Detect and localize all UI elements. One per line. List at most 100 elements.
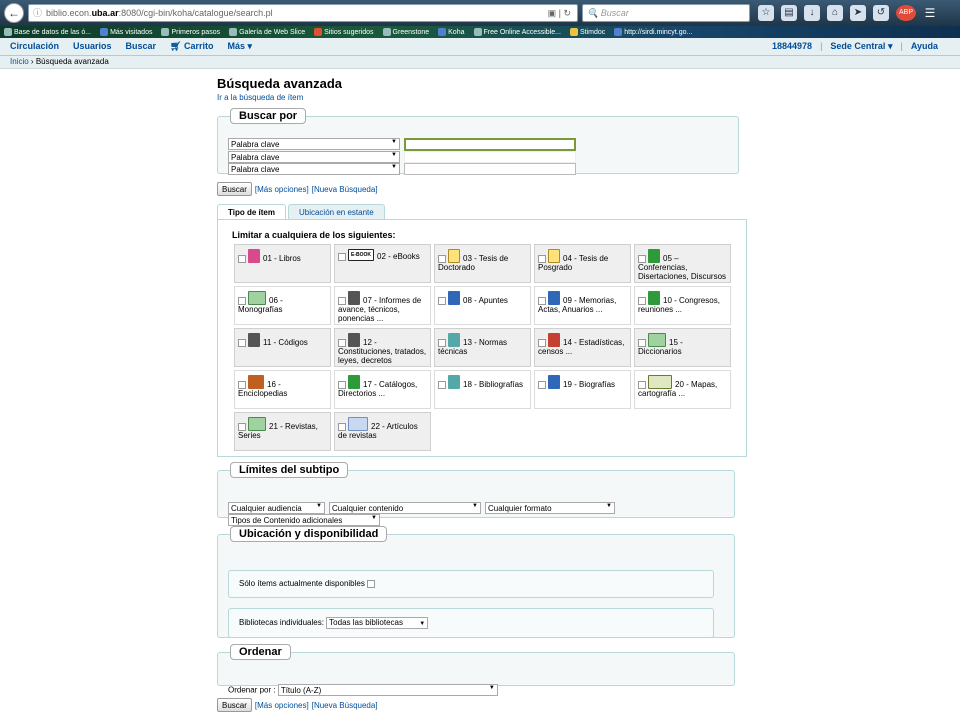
nav-circulation[interactable]: Circulación	[10, 41, 59, 52]
abp-icon[interactable]: ABP	[896, 5, 916, 21]
new-search-link-bottom[interactable]: [Nueva Búsqueda]	[312, 701, 378, 710]
subtype-legend: Límites del subtipo	[230, 462, 349, 478]
item-type-option[interactable]: 10 - Congresos, reuniones ...	[634, 286, 731, 325]
item-type-option[interactable]: 07 - Informes de avance, técnicos, ponen…	[334, 286, 431, 325]
bookmark-5[interactable]: Greenstone	[382, 28, 429, 36]
item-type-option[interactable]: 08 - Apuntes	[434, 286, 531, 325]
item-type-option[interactable]: 09 - Memorias, Actas, Anuarios ...	[534, 286, 631, 325]
item-type-checkbox[interactable]	[638, 338, 646, 347]
item-type-option[interactable]: 17 - Catálogos, Directorios ...	[334, 370, 431, 409]
sync-icon[interactable]: ↺	[873, 5, 889, 21]
item-type-option[interactable]: 18 - Bibliografías	[434, 370, 531, 409]
more-options-link-top[interactable]: [Más opciones]	[255, 185, 309, 194]
bookmark-8[interactable]: Stimdoc	[569, 28, 605, 36]
item-type-checkbox[interactable]	[438, 338, 446, 347]
bookmark-0[interactable]: Base de datos de las ó...	[4, 28, 91, 36]
send-icon[interactable]: ➤	[850, 5, 866, 21]
additional-content-select[interactable]: Tipos de Contenido adicionales	[228, 514, 380, 526]
bookmark-3[interactable]: Galería de Web Slice	[229, 28, 305, 36]
tab-item-type[interactable]: Tipo de ítem	[217, 204, 286, 220]
item-type-checkbox[interactable]	[538, 338, 546, 347]
star-icon[interactable]: ☆	[758, 5, 774, 21]
top-actions: Buscar [Más opciones] [Nueva Búsqueda]	[217, 182, 378, 196]
bookmark-9[interactable]: http://sirdi.mincyt.go...	[614, 28, 692, 36]
item-type-checkbox[interactable]	[438, 254, 446, 263]
search-button-bottom[interactable]: Buscar	[217, 698, 252, 712]
item-type-option[interactable]: E-BOOK 02 - eBooks	[334, 244, 431, 283]
item-type-checkbox[interactable]	[238, 296, 246, 305]
search-field-select-3[interactable]: Palabra clave	[228, 163, 400, 175]
item-type-option[interactable]: 03 - Tesis de Doctorado	[434, 244, 531, 283]
item-type-option[interactable]: 05 – Conferencias, Disertaciones, Discur…	[634, 244, 731, 283]
bookmark-4[interactable]: Sitios sugeridos	[314, 28, 374, 36]
search-term-input-3[interactable]	[404, 163, 576, 175]
item-type-option[interactable]: 20 - Mapas, cartografía ...	[634, 370, 731, 409]
new-search-link-top[interactable]: [Nueva Búsqueda]	[312, 185, 378, 194]
item-type-checkbox[interactable]	[238, 338, 246, 347]
item-type-option[interactable]: 16 - Enciclopedias	[234, 370, 331, 409]
item-type-option[interactable]: 14 - Estadísticas, censos ...	[534, 328, 631, 367]
reload-icon[interactable]: ▣ | ↻	[548, 5, 571, 21]
item-type-checkbox[interactable]	[538, 296, 546, 305]
item-type-checkbox[interactable]	[538, 380, 546, 389]
item-type-checkbox[interactable]	[238, 380, 246, 389]
user-id[interactable]: 18844978	[772, 41, 812, 52]
search-field-select-2[interactable]: Palabra clave	[228, 151, 400, 163]
search-field-select-1[interactable]: Palabra clave	[228, 138, 400, 150]
search-term-input-1[interactable]	[404, 138, 576, 151]
item-search-link[interactable]: Ir a la búsqueda de ítem	[217, 93, 739, 102]
help-link[interactable]: Ayuda	[911, 41, 938, 52]
item-type-checkbox[interactable]	[338, 338, 346, 347]
search-term-input-2[interactable]	[404, 151, 576, 163]
item-type-checkbox[interactable]	[338, 296, 346, 305]
branch-select[interactable]: Sede Central ▾	[830, 41, 892, 52]
sort-select[interactable]: Título (A-Z)	[277, 684, 498, 696]
audience-select[interactable]: Cualquier audiencia	[228, 502, 325, 514]
bibliography-icon	[448, 375, 460, 389]
item-type-checkbox[interactable]	[638, 380, 646, 389]
item-type-option[interactable]: 01 - Libros	[234, 244, 331, 283]
nav-more[interactable]: Más ▾	[228, 41, 253, 52]
bookmark-1[interactable]: Más visitados	[100, 28, 152, 36]
bookmark-6[interactable]: Koha	[438, 28, 465, 36]
bookmark-7[interactable]: Free Online Accessible...	[473, 28, 561, 36]
item-type-option[interactable]: 15 - Diccionarios	[634, 328, 731, 367]
browser-search-input[interactable]: 🔍 Buscar	[582, 4, 750, 22]
libraries-select[interactable]: Todas las bibliotecas	[326, 616, 429, 629]
download-icon[interactable]: ↓	[804, 5, 820, 21]
back-arrow-icon[interactable]: ←	[4, 3, 24, 23]
item-type-option[interactable]: 12 - Constituciones, tratados, leyes, de…	[334, 328, 431, 367]
item-type-option[interactable]: 06 - Monografías	[234, 286, 331, 325]
available-only-checkbox[interactable]	[367, 579, 376, 588]
bookmark-2[interactable]: Primeros pasos	[161, 28, 220, 36]
item-type-option[interactable]: 21 - Revistas, Series	[234, 412, 331, 451]
breadcrumb-home[interactable]: Inicio	[10, 57, 29, 66]
tab-shelving-location[interactable]: Ubicación en estante	[287, 204, 385, 220]
item-type-option[interactable]: 04 - Tesis de Posgrado	[534, 244, 631, 283]
clipboard-icon[interactable]: ▤	[781, 5, 797, 21]
home-icon[interactable]: ⌂	[827, 5, 843, 21]
item-type-option[interactable]: 19 - Biografías	[534, 370, 631, 409]
item-type-checkbox[interactable]	[638, 296, 646, 305]
item-type-checkbox[interactable]	[338, 252, 346, 261]
search-button-top[interactable]: Buscar	[217, 182, 252, 196]
item-type-checkbox[interactable]	[338, 422, 346, 431]
nav-patrons[interactable]: Usuarios	[73, 41, 112, 52]
item-type-option[interactable]: 13 - Normas técnicas	[434, 328, 531, 367]
item-type-checkbox[interactable]	[338, 380, 346, 389]
item-type-option[interactable]: 22 - Artículos de revistas	[334, 412, 431, 451]
item-type-checkbox[interactable]	[438, 380, 446, 389]
menu-icon[interactable]: ☰	[923, 6, 937, 20]
item-type-checkbox[interactable]	[538, 254, 546, 263]
nav-cart[interactable]: 🛒︎ Carrito	[170, 41, 213, 52]
item-type-checkbox[interactable]	[638, 254, 646, 263]
item-type-checkbox[interactable]	[238, 254, 246, 263]
item-type-option[interactable]: 11 - Códigos	[234, 328, 331, 367]
item-type-checkbox[interactable]	[438, 296, 446, 305]
more-options-link-bottom[interactable]: [Más opciones]	[255, 701, 309, 710]
format-select[interactable]: Cualquier formato	[485, 502, 615, 514]
nav-search[interactable]: Buscar	[126, 41, 157, 52]
url-field[interactable]: ⓘ biblio.econ.uba.ar:8080/cgi-bin/koha/ca…	[28, 4, 578, 22]
item-type-checkbox[interactable]	[238, 422, 246, 431]
content-select[interactable]: Cualquier contenido	[329, 502, 481, 514]
